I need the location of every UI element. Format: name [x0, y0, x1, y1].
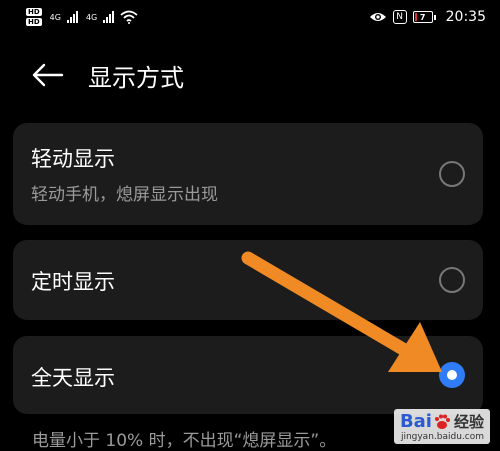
signal-icon [66, 11, 78, 23]
watermark: Bai 经验 jingyan.baidu.com [393, 409, 490, 444]
status-bar: HD HD 4G 4G N 7 20:35 [0, 0, 500, 34]
arrow-left-icon[interactable] [30, 62, 66, 88]
option-scheduled-display[interactable]: 定时显示 [13, 240, 483, 320]
option-title: 轻动显示 [31, 147, 115, 171]
wifi-icon [120, 10, 138, 24]
paw-icon [434, 414, 450, 429]
header: 显示方式 [0, 48, 500, 100]
page-title: 显示方式 [88, 64, 184, 92]
status-right: N 7 20:35 [369, 9, 486, 25]
status-left: HD HD 4G 4G [26, 8, 138, 26]
radio-button[interactable] [439, 161, 465, 187]
hd-badge-1: HD [26, 8, 42, 16]
option-all-day-display[interactable]: 全天显示 [13, 336, 483, 414]
watermark-brand-prefix: Bai [399, 411, 432, 432]
battery-cap [433, 14, 436, 20]
status-time: 20:35 [445, 9, 486, 25]
watermark-url: jingyan.baidu.com [400, 432, 484, 442]
option-tilt-display[interactable]: 轻动显示 轻动手机，熄屏显示出现 [13, 123, 483, 225]
hd-badge-2: HD [26, 18, 42, 26]
option-title: 定时显示 [31, 270, 115, 294]
option-subtitle: 轻动手机，熄屏显示出现 [31, 185, 218, 205]
signal-icon-2 [103, 11, 115, 23]
battery-body: 7 [412, 11, 433, 23]
battery-fill [414, 13, 417, 21]
option-title: 全天显示 [31, 366, 115, 390]
hd-indicators: HD HD [26, 8, 42, 26]
watermark-brand: Bai 经验 [400, 411, 484, 432]
eye-icon [369, 13, 386, 21]
network-type-2: 4G [85, 12, 98, 22]
battery-level: 7 [419, 12, 426, 22]
nfc-icon: N [392, 10, 407, 24]
radio-button[interactable] [439, 267, 465, 293]
radio-button[interactable] [439, 362, 465, 388]
network-type-1: 4G [49, 12, 61, 22]
battery-icon: 7 [412, 11, 436, 23]
watermark-brand-suffix: 经验 [453, 413, 484, 431]
